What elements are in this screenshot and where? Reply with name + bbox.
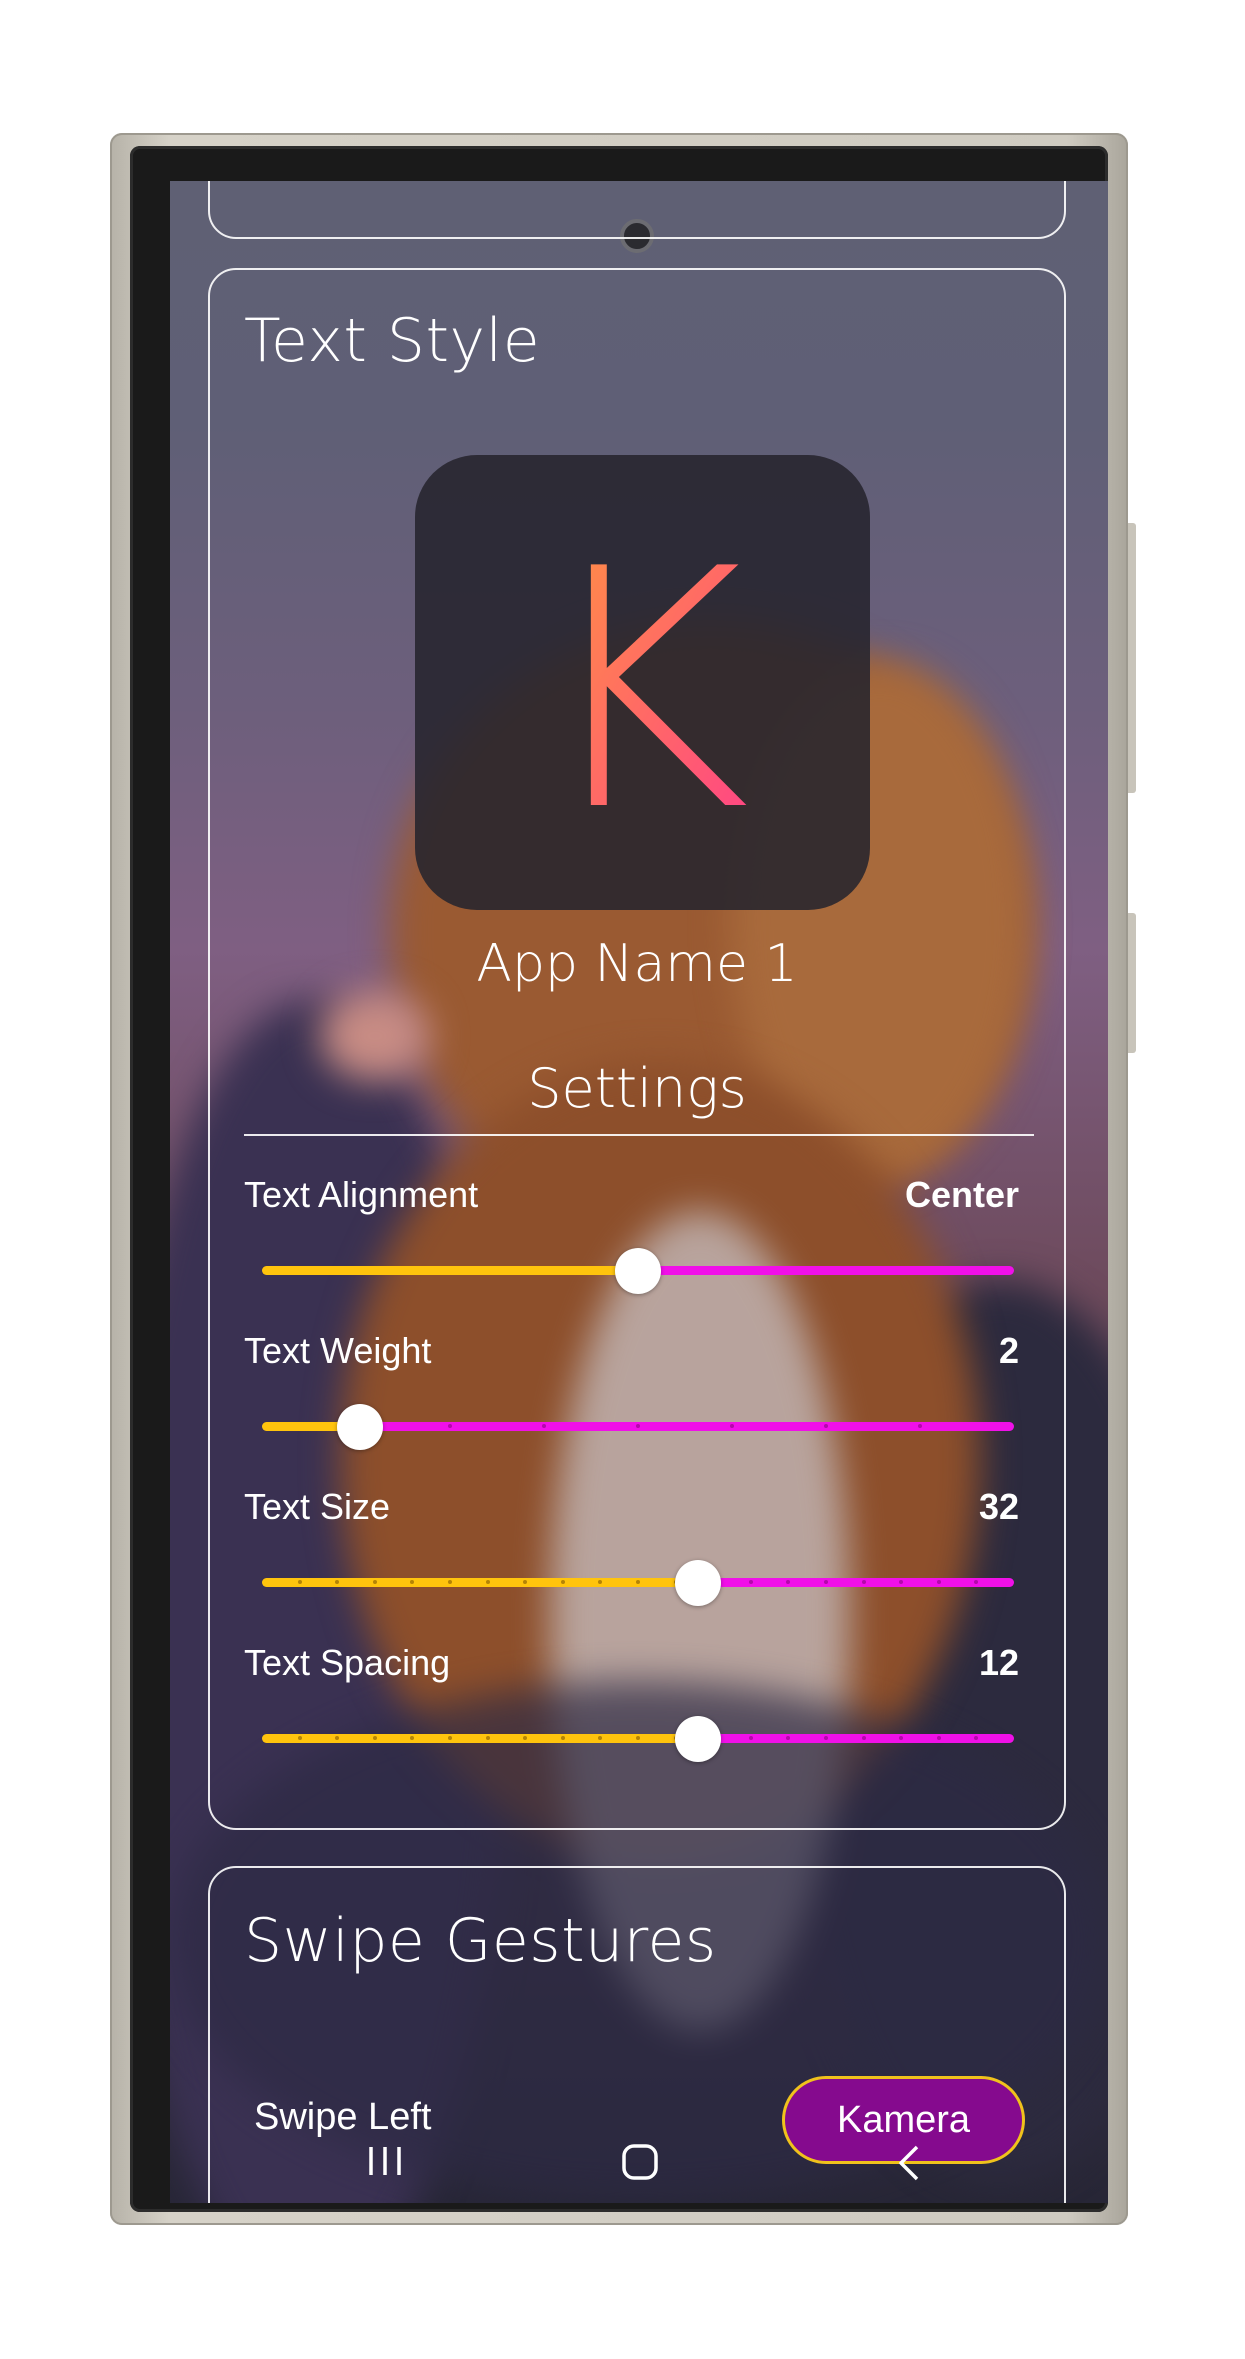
settings-label: Settings: [527, 1057, 747, 1120]
slider-tick: [974, 1736, 978, 1740]
slider-thumb[interactable]: [615, 1248, 661, 1294]
text-alignment-label: Text Alignment: [244, 1174, 479, 1215]
text-alignment-slider[interactable]: [262, 1248, 1014, 1294]
slider-tick: [335, 1736, 339, 1740]
swipe-gestures-title: Swipe Gestures: [244, 1906, 717, 1976]
recent-apps-icon[interactable]: [365, 2143, 405, 2184]
slider-tick: [523, 1580, 527, 1584]
slider-tick: [298, 1736, 302, 1740]
slider-tick: [636, 1736, 640, 1740]
slider-tick: [561, 1580, 565, 1584]
slider-tick: [937, 1580, 941, 1584]
slider-tick: [636, 1580, 640, 1584]
text-style-card: Text Style K App Name 1 Settings Text Al…: [208, 268, 1066, 1830]
slider-tick: [486, 1580, 490, 1584]
text-weight-label: Text Weight: [244, 1330, 432, 1371]
device-bezel: Text Style K App Name 1 Settings Text Al…: [130, 146, 1108, 2212]
text-style-title: Text Style: [244, 306, 541, 376]
swipe-left-label: Swipe Left: [254, 2096, 432, 2138]
home-icon[interactable]: [620, 2143, 660, 2188]
power-button: [1128, 913, 1136, 1053]
slider-tick: [730, 1424, 734, 1428]
slider-tick: [636, 1424, 640, 1428]
slider-track-inactive: [360, 1422, 1014, 1431]
slider-tick: [899, 1736, 903, 1740]
text-weight-value: 2: [998, 1330, 1019, 1371]
slider-tick: [373, 1736, 377, 1740]
slider-tick: [410, 1580, 414, 1584]
slider-tick: [899, 1580, 903, 1584]
slider-thumb[interactable]: [675, 1716, 721, 1762]
previous-card: [208, 181, 1066, 239]
text-spacing-value: 12: [978, 1642, 1019, 1683]
slider-track-active: [262, 1578, 698, 1587]
device-frame: Text Style K App Name 1 Settings Text Al…: [110, 133, 1136, 2225]
slider-tick: [523, 1736, 527, 1740]
volume-button: [1128, 523, 1136, 793]
text-size-label: Text Size: [244, 1486, 391, 1527]
text-size-slider[interactable]: [262, 1560, 1014, 1606]
slider-tick: [862, 1580, 866, 1584]
slider-tick: [862, 1736, 866, 1740]
slider-tick: [598, 1580, 602, 1584]
slider-tick: [974, 1580, 978, 1584]
slider-tick: [448, 1580, 452, 1584]
app-name-label: App Name 1: [476, 934, 798, 994]
slider-track-active: [262, 1734, 698, 1743]
text-alignment-value: Center: [904, 1174, 1019, 1215]
slider-tick: [298, 1580, 302, 1584]
slider-track-active: [262, 1266, 638, 1275]
slider-tick: [786, 1736, 790, 1740]
slider-tick: [486, 1736, 490, 1740]
app-icon-preview: K: [415, 455, 870, 910]
slider-tick: [824, 1424, 828, 1428]
screen: Text Style K App Name 1 Settings Text Al…: [170, 181, 1108, 2203]
slider-tick: [448, 1424, 452, 1428]
slider-tick: [937, 1736, 941, 1740]
slider-tick: [786, 1580, 790, 1584]
slider-tick: [918, 1424, 922, 1428]
back-icon[interactable]: [895, 2143, 925, 2188]
slider-tick: [373, 1580, 377, 1584]
text-weight-slider[interactable]: [262, 1404, 1014, 1450]
slider-tick: [561, 1736, 565, 1740]
slider-track-inactive: [698, 1734, 1014, 1743]
slider-track-inactive: [638, 1266, 1014, 1275]
slider-track-inactive: [698, 1578, 1014, 1587]
slider-tick: [448, 1736, 452, 1740]
text-spacing-slider[interactable]: [262, 1716, 1014, 1762]
slider-tick: [410, 1736, 414, 1740]
svg-text:K: K: [534, 499, 751, 883]
text-size-value: 32: [978, 1486, 1019, 1527]
text-spacing-label: Text Spacing: [244, 1642, 451, 1683]
slider-tick: [598, 1736, 602, 1740]
slider-tick: [824, 1736, 828, 1740]
slider-thumb[interactable]: [675, 1560, 721, 1606]
slider-tick: [749, 1580, 753, 1584]
letter-k-icon: K: [534, 499, 751, 883]
slider-tick: [542, 1424, 546, 1428]
divider: [244, 1134, 1034, 1136]
slider-tick: [824, 1580, 828, 1584]
slider-tick: [335, 1580, 339, 1584]
slider-thumb[interactable]: [337, 1404, 383, 1450]
slider-tick: [749, 1736, 753, 1740]
